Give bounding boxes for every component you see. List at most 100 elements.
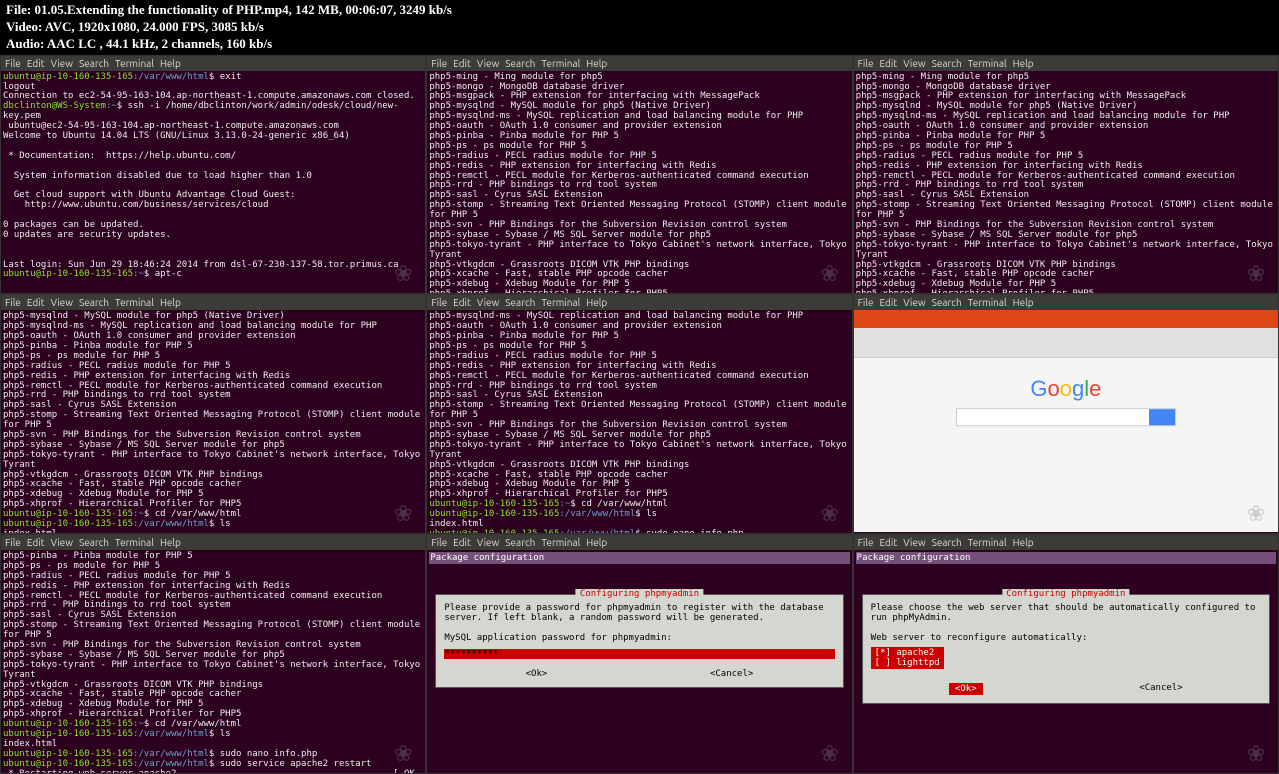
menu-search[interactable]: Search — [79, 58, 109, 69]
terminal-menubar: File Edit View Search Terminal Help — [1, 535, 425, 550]
browser-chrome — [854, 310, 1278, 358]
menu-edit[interactable]: Edit — [27, 537, 45, 548]
terminal-menubar: File Edit View Search Terminal Help — [1, 295, 425, 310]
menu-file[interactable]: File — [5, 58, 21, 69]
watermark-icon: ❀ — [1240, 735, 1272, 767]
file-info: File: 01.05.Extending the functionality … — [6, 2, 1273, 19]
menu-file[interactable]: File — [431, 297, 447, 308]
thumbnail-1: File Edit View Search Terminal Help ubuntu@ip… — [0, 55, 426, 295]
thumbnail-5: File Edit View Search Terminal Help php5-mysq… — [426, 294, 852, 534]
menu-search[interactable]: Search — [932, 58, 962, 69]
video-info-header: File: 01.05.Extending the functionality … — [0, 0, 1279, 55]
thumbnail-4: FileEditViewSearchTerminalHelp php5-mysq… — [0, 294, 426, 534]
menu-file[interactable]: File — [858, 297, 874, 308]
menu-file[interactable]: File — [5, 297, 21, 308]
menu-view[interactable]: View — [51, 537, 73, 548]
menu-terminal[interactable]: Terminal — [541, 58, 580, 69]
ok-button[interactable]: <Ok> — [949, 683, 983, 695]
menu-view[interactable]: View — [477, 537, 499, 548]
phpmyadmin-password-dialog: Configuring phpmyadmin Please provide a … — [435, 594, 843, 688]
watermark-icon: ❀ — [1240, 255, 1272, 287]
menu-help[interactable]: Help — [1013, 297, 1034, 308]
menu-view[interactable]: View — [477, 58, 499, 69]
menu-help[interactable]: Help — [160, 58, 181, 69]
terminal-output: ubuntu@ip-10-160-135-165:/var/www/html$ … — [1, 71, 425, 283]
menu-search[interactable]: Search — [505, 537, 535, 548]
menu-terminal[interactable]: Terminal — [115, 58, 154, 69]
thumbnail-6: File Edit View Search Terminal Help Google ❀ — [853, 294, 1279, 534]
webserver-options[interactable]: apache2 lighttpd — [871, 647, 944, 669]
menu-file[interactable]: File — [431, 537, 447, 548]
menu-search[interactable]: Search — [79, 537, 109, 548]
menu-terminal[interactable]: Terminal — [968, 58, 1007, 69]
menu-file[interactable]: File — [858, 537, 874, 548]
menu-terminal[interactable]: Terminal — [968, 297, 1007, 308]
menu-help[interactable]: Help — [1013, 537, 1034, 548]
menu-search[interactable]: Search — [505, 58, 535, 69]
menu-help[interactable]: Help — [586, 297, 607, 308]
menu-view[interactable]: View — [903, 537, 925, 548]
watermark-icon: ❀ — [814, 255, 846, 287]
ubuntu-start-bar — [854, 310, 1278, 328]
terminal-menubar: File Edit View Search Terminal Help — [427, 535, 851, 550]
menu-file[interactable]: File — [858, 58, 874, 69]
terminal-output: php5-mysqlnd-ms - MySQL replication and … — [427, 310, 851, 534]
watermark-icon: ❀ — [814, 495, 846, 527]
menu-file[interactable]: File — [5, 537, 21, 548]
phpmyadmin-webserver-dialog: Configuring phpmyadmin Please choose the… — [862, 594, 1270, 704]
thumbnail-2: File Edit View Search Terminal Help php5-ming… — [426, 55, 852, 295]
menu-view[interactable]: View — [903, 297, 925, 308]
terminal-menubar: File Edit View Search Terminal Help — [427, 56, 851, 71]
cancel-button[interactable]: <Cancel> — [1139, 683, 1182, 695]
option-lighttpd[interactable]: lighttpd — [875, 658, 940, 668]
menu-view[interactable]: View — [51, 297, 73, 308]
terminal-output: php5-ming - Ming module for php5 php5-mo… — [854, 71, 1278, 295]
search-button[interactable] — [1149, 409, 1175, 425]
menu-view[interactable]: View — [477, 297, 499, 308]
terminal-output: php5-ming - Ming module for php5 php5-mo… — [427, 71, 851, 295]
menu-search[interactable]: Search — [932, 297, 962, 308]
menu-search[interactable]: Search — [932, 537, 962, 548]
cancel-button[interactable]: <Cancel> — [710, 669, 753, 679]
ok-button[interactable]: <Ok> — [526, 669, 548, 679]
menu-help[interactable]: Help — [160, 537, 181, 548]
menu-search[interactable]: Search — [79, 297, 109, 308]
terminal-menubar: File Edit View Search Terminal Help — [1, 56, 425, 71]
dialog-text: Please choose the web server that should… — [871, 603, 1261, 623]
google-homepage: Google — [956, 376, 1176, 432]
dialog-title: Configuring phpmyadmin — [1002, 589, 1129, 599]
menu-help[interactable]: Help — [586, 58, 607, 69]
package-config-label: Package configuration — [429, 552, 849, 564]
watermark-icon: ❀ — [387, 735, 419, 767]
menu-terminal[interactable]: Terminal — [968, 537, 1007, 548]
menu-search[interactable]: Search — [505, 297, 535, 308]
menu-edit[interactable]: Edit — [27, 58, 45, 69]
dialog-text: Please provide a password for phpmyadmin… — [444, 603, 834, 623]
menu-help[interactable]: Help — [586, 537, 607, 548]
thumbnail-7: FileEditViewSearchTerminalHelp php5-pinb… — [0, 534, 426, 774]
menu-view[interactable]: View — [51, 58, 73, 69]
menu-edit[interactable]: Edit — [880, 58, 898, 69]
menu-terminal[interactable]: Terminal — [115, 297, 154, 308]
menu-terminal[interactable]: Terminal — [541, 537, 580, 548]
password-input[interactable]: ********** — [444, 649, 834, 659]
video-info: Video: AVC, 1920x1080, 24.000 FPS, 3085 … — [6, 19, 1273, 36]
menu-edit[interactable]: Edit — [27, 297, 45, 308]
google-logo: Google — [956, 376, 1176, 402]
menu-edit[interactable]: Edit — [453, 297, 471, 308]
menu-edit[interactable]: Edit — [880, 297, 898, 308]
dialog-prompt: MySQL application password for phpmyadmi… — [444, 633, 834, 643]
menu-terminal[interactable]: Terminal — [115, 537, 154, 548]
watermark-icon: ❀ — [1240, 495, 1272, 527]
google-search-bar[interactable] — [956, 408, 1176, 426]
search-input[interactable] — [957, 409, 1149, 425]
menu-help[interactable]: Help — [160, 297, 181, 308]
menu-edit[interactable]: Edit — [453, 537, 471, 548]
option-apache2[interactable]: apache2 — [875, 648, 940, 658]
menu-help[interactable]: Help — [1013, 58, 1034, 69]
menu-edit[interactable]: Edit — [880, 537, 898, 548]
menu-file[interactable]: File — [431, 58, 447, 69]
menu-edit[interactable]: Edit — [453, 58, 471, 69]
menu-terminal[interactable]: Terminal — [541, 297, 580, 308]
menu-view[interactable]: View — [903, 58, 925, 69]
